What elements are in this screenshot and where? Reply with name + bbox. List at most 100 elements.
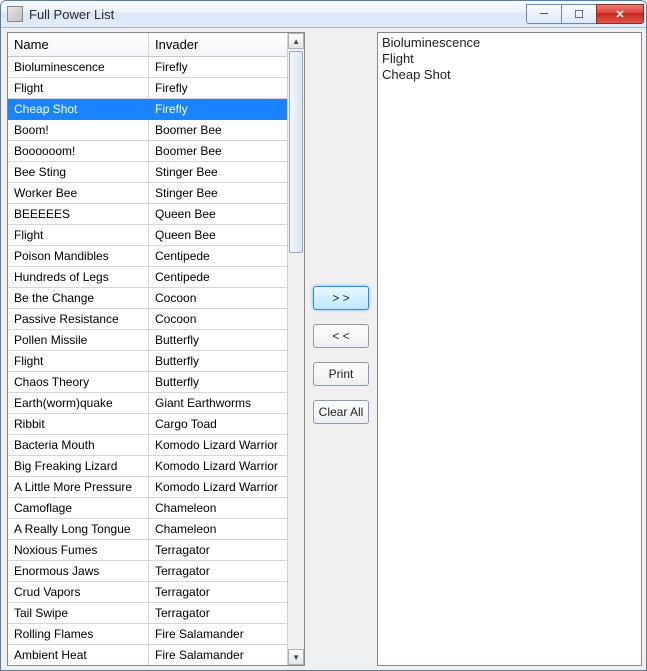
- cell-name: Tail Swipe: [8, 603, 149, 624]
- cell-invader: Fire Salamander: [149, 624, 288, 645]
- cell-name: Be the Change: [8, 288, 149, 309]
- cell-invader: Cocoon: [149, 309, 288, 330]
- table-row[interactable]: Poison MandiblesCentipede: [8, 246, 287, 267]
- cell-invader: Fire Salamander: [149, 645, 288, 665]
- window-controls: ─ ☐ ✕: [527, 4, 644, 24]
- scroll-thumb[interactable]: [289, 51, 303, 253]
- scroll-track[interactable]: [288, 49, 304, 649]
- cell-invader: Terragator: [149, 603, 288, 624]
- table-row[interactable]: A Little More PressureKomodo Lizard Warr…: [8, 477, 287, 498]
- table-row[interactable]: Boooooom!Boomer Bee: [8, 141, 287, 162]
- cell-invader: Cocoon: [149, 288, 288, 309]
- cell-invader: Stinger Bee: [149, 183, 288, 204]
- cell-invader: Terragator: [149, 582, 288, 603]
- table-row[interactable]: Pollen MissileButterfly: [8, 330, 287, 351]
- list-item[interactable]: Cheap Shot: [382, 67, 637, 83]
- cell-invader: Firefly: [149, 99, 288, 120]
- cell-invader: Komodo Lizard Warrior: [149, 435, 288, 456]
- list-item[interactable]: Flight: [382, 51, 637, 67]
- table-row[interactable]: Enormous JawsTerragator: [8, 561, 287, 582]
- table-row[interactable]: FlightButterfly: [8, 351, 287, 372]
- cell-name: Ambient Heat: [8, 645, 149, 665]
- column-header-invader[interactable]: Invader: [149, 33, 288, 57]
- print-button[interactable]: Print: [313, 362, 369, 386]
- cell-invader: Terragator: [149, 561, 288, 582]
- table-row[interactable]: A Really Long TongueChameleon: [8, 519, 287, 540]
- table-row[interactable]: BEEEEESQueen Bee: [8, 204, 287, 225]
- cell-invader: Chameleon: [149, 498, 288, 519]
- table-row[interactable]: Bee StingStinger Bee: [8, 162, 287, 183]
- cell-name: Flight: [8, 351, 149, 372]
- table-row[interactable]: Boom!Boomer Bee: [8, 120, 287, 141]
- cell-name: Cheap Shot: [8, 99, 149, 120]
- table-row[interactable]: Bacteria MouthKomodo Lizard Warrior: [8, 435, 287, 456]
- cell-name: Noxious Fumes: [8, 540, 149, 561]
- cell-invader: Cargo Toad: [149, 414, 288, 435]
- cell-invader: Butterfly: [149, 372, 288, 393]
- column-header-name[interactable]: Name: [8, 33, 149, 57]
- table-row[interactable]: Chaos TheoryButterfly: [8, 372, 287, 393]
- list-item[interactable]: Bioluminescence: [382, 35, 637, 51]
- table-row[interactable]: Cheap ShotFirefly: [8, 99, 287, 120]
- cell-name: Enormous Jaws: [8, 561, 149, 582]
- cell-name: Camoflage: [8, 498, 149, 519]
- cell-name: Bioluminescence: [8, 57, 149, 78]
- cell-name: Bacteria Mouth: [8, 435, 149, 456]
- cell-invader: Butterfly: [149, 351, 288, 372]
- table-row[interactable]: Be the ChangeCocoon: [8, 288, 287, 309]
- table-row[interactable]: FlightQueen Bee: [8, 225, 287, 246]
- table-row[interactable]: Crud VaporsTerragator: [8, 582, 287, 603]
- table-row[interactable]: Ambient HeatFire Salamander: [8, 645, 287, 665]
- cell-invader: Komodo Lizard Warrior: [149, 456, 288, 477]
- cell-name: Boom!: [8, 120, 149, 141]
- table-row[interactable]: CamoflageChameleon: [8, 498, 287, 519]
- table-row[interactable]: BioluminescenceFirefly: [8, 57, 287, 78]
- cell-name: Ribbit: [8, 414, 149, 435]
- scroll-down-button[interactable]: ▼: [288, 649, 304, 665]
- table-row[interactable]: Worker BeeStinger Bee: [8, 183, 287, 204]
- cell-name: Boooooom!: [8, 141, 149, 162]
- add-button[interactable]: > >: [313, 286, 369, 310]
- table-row[interactable]: Noxious FumesTerragator: [8, 540, 287, 561]
- close-button[interactable]: ✕: [596, 4, 644, 24]
- cell-name: BEEEEES: [8, 204, 149, 225]
- cell-invader: Centipede: [149, 267, 288, 288]
- table-row[interactable]: FlightFirefly: [8, 78, 287, 99]
- table-row[interactable]: Passive ResistanceCocoon: [8, 309, 287, 330]
- clear-all-button[interactable]: Clear All: [313, 400, 369, 424]
- cell-name: Flight: [8, 78, 149, 99]
- table-row[interactable]: Earth(worm)quakeGiant Earthworms: [8, 393, 287, 414]
- cell-name: Hundreds of Legs: [8, 267, 149, 288]
- cell-name: Flight: [8, 225, 149, 246]
- selected-list-panel[interactable]: BioluminescenceFlightCheap Shot: [377, 32, 642, 666]
- titlebar[interactable]: Full Power List ─ ☐ ✕: [1, 1, 646, 28]
- cell-name: Worker Bee: [8, 183, 149, 204]
- cell-invader: Queen Bee: [149, 225, 288, 246]
- cell-name: Chaos Theory: [8, 372, 149, 393]
- cell-name: A Little More Pressure: [8, 477, 149, 498]
- vertical-scrollbar[interactable]: ▲ ▼: [287, 33, 304, 665]
- cell-name: Earth(worm)quake: [8, 393, 149, 414]
- scroll-up-button[interactable]: ▲: [288, 33, 304, 49]
- table-row[interactable]: Big Freaking LizardKomodo Lizard Warrior: [8, 456, 287, 477]
- power-list-panel: Name Invader BioluminescenceFireflyFligh…: [8, 33, 287, 665]
- app-window: Full Power List ─ ☐ ✕ Name Invader Biolu…: [0, 0, 647, 671]
- window-title: Full Power List: [29, 7, 527, 22]
- power-table[interactable]: Name Invader BioluminescenceFireflyFligh…: [8, 33, 287, 665]
- cell-name: Poison Mandibles: [8, 246, 149, 267]
- cell-invader: Firefly: [149, 57, 288, 78]
- cell-name: Bee Sting: [8, 162, 149, 183]
- cell-invader: Boomer Bee: [149, 120, 288, 141]
- table-row[interactable]: Tail SwipeTerragator: [8, 603, 287, 624]
- table-row[interactable]: Rolling FlamesFire Salamander: [8, 624, 287, 645]
- table-row[interactable]: Hundreds of LegsCentipede: [8, 267, 287, 288]
- cell-invader: Terragator: [149, 540, 288, 561]
- table-row[interactable]: RibbitCargo Toad: [8, 414, 287, 435]
- cell-name: Rolling Flames: [8, 624, 149, 645]
- cell-name: Passive Resistance: [8, 309, 149, 330]
- remove-button[interactable]: < <: [313, 324, 369, 348]
- maximize-button[interactable]: ☐: [561, 4, 597, 24]
- minimize-button[interactable]: ─: [526, 4, 562, 24]
- cell-invader: Centipede: [149, 246, 288, 267]
- app-icon: [7, 6, 23, 22]
